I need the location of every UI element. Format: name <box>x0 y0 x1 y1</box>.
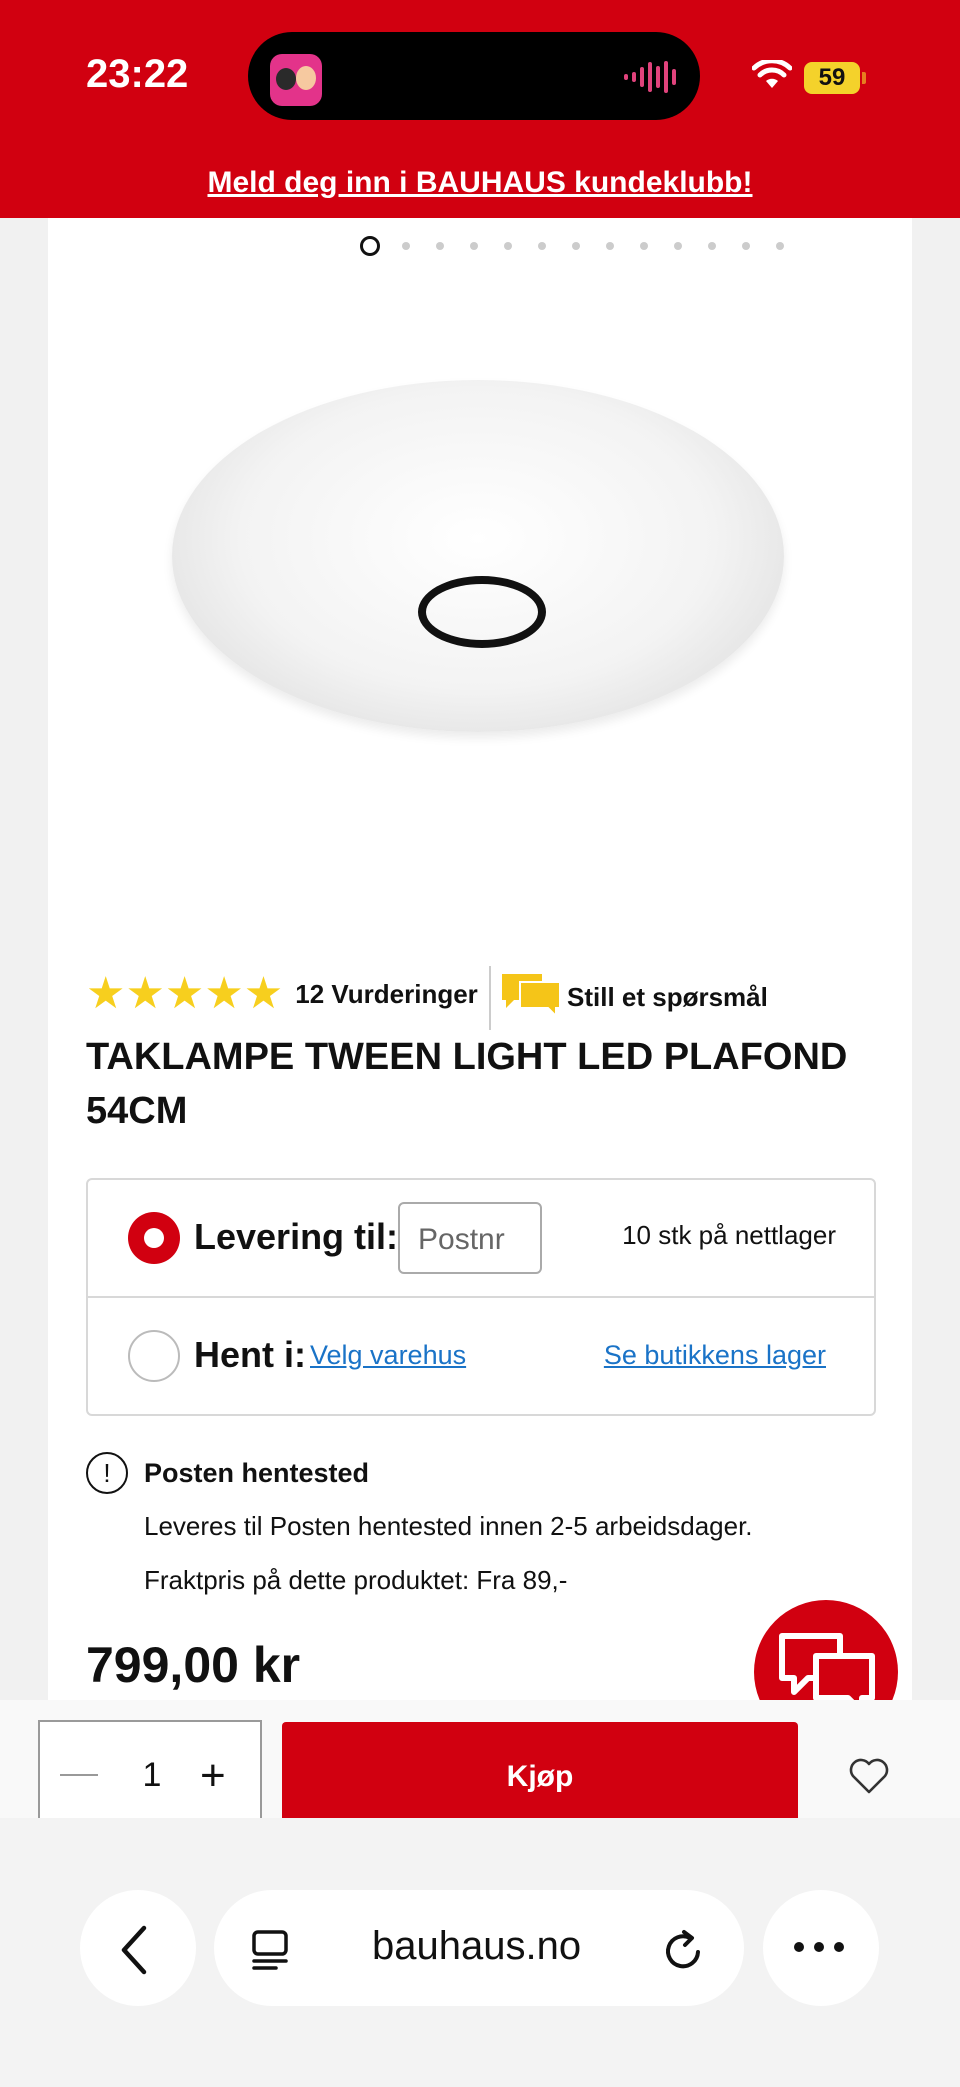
gallery-dot[interactable] <box>360 236 380 256</box>
info-icon: ! <box>86 1452 128 1494</box>
dynamic-island <box>248 32 700 120</box>
battery-icon: 59 <box>804 62 860 94</box>
delivery-divider <box>88 1296 874 1298</box>
choose-store-link[interactable]: Velg varehus <box>310 1340 466 1371</box>
chat-bubble-icon[interactable] <box>500 970 562 1022</box>
product-image[interactable] <box>172 380 784 732</box>
more-icon[interactable] <box>794 1942 844 1952</box>
audio-wave-icon <box>624 60 676 94</box>
quantity-stepper[interactable]: 1 + <box>38 1720 262 1832</box>
now-playing-artwork <box>270 54 322 106</box>
divider <box>489 966 491 1030</box>
shipping-info-title: Posten hentested <box>144 1458 370 1488</box>
pickup-radio[interactable] <box>128 1330 180 1382</box>
back-chevron-icon[interactable] <box>116 1924 156 1976</box>
gallery-dot[interactable] <box>674 242 682 250</box>
buy-button[interactable]: Kjøp <box>282 1722 798 1832</box>
shipping-price-line: Fraktpris på dette produktet: Fra 89,- <box>144 1565 568 1595</box>
club-signup-link[interactable]: Meld deg inn i BAUHAUS kundeklubb! <box>0 166 960 200</box>
reload-icon[interactable] <box>662 1926 706 1974</box>
gallery-dot[interactable] <box>436 242 444 250</box>
gallery-dot[interactable] <box>402 242 410 250</box>
gallery-dot[interactable] <box>606 242 614 250</box>
gallery-dot[interactable] <box>742 242 750 250</box>
delivery-label: Levering til: <box>194 1216 399 1257</box>
store-stock-link[interactable]: Se butikkens lager <box>604 1340 826 1371</box>
url-text[interactable]: bauhaus.no <box>372 1924 581 1969</box>
gallery-dot[interactable] <box>776 242 784 250</box>
product-price: 799,00 kr <box>86 1637 301 1693</box>
gallery-dot[interactable] <box>572 242 580 250</box>
gallery-dot[interactable] <box>640 242 648 250</box>
plus-icon[interactable]: + <box>200 1754 226 1798</box>
heart-icon[interactable] <box>848 1756 890 1796</box>
postnr-input[interactable]: Postnr <box>398 1202 542 1274</box>
ask-question-link[interactable]: Still et spørsmål <box>567 982 768 1013</box>
pickup-label: Hent i: <box>194 1334 306 1375</box>
rating[interactable]: ★★★★★ 12 Vurderinger <box>86 972 478 1016</box>
gallery-dot[interactable] <box>538 242 546 250</box>
tabs-icon[interactable] <box>250 1928 292 1972</box>
product-image-ring <box>418 576 546 648</box>
delivery-options: Levering til: Postnr 10 stk på nettlager… <box>86 1178 876 1416</box>
gallery-dot[interactable] <box>470 242 478 250</box>
status-time: 23:22 <box>86 52 189 96</box>
rating-count[interactable]: 12 Vurderinger <box>295 979 478 1010</box>
gallery-pagination[interactable] <box>360 236 810 256</box>
quantity-value[interactable]: 1 <box>40 1756 264 1795</box>
web-stock-text: 10 stk på nettlager <box>622 1220 836 1250</box>
wifi-icon <box>752 60 792 88</box>
shipping-info-line: Leveres til Posten hentested innen 2-5 a… <box>144 1511 753 1541</box>
gallery-dot[interactable] <box>708 242 716 250</box>
delivery-radio-selected[interactable] <box>128 1212 180 1264</box>
product-title: TAKLAMPE TWEEN LIGHT LED PLAFOND 54CM <box>86 1036 848 1132</box>
star-icon: ★★★★★ <box>86 969 284 1018</box>
battery-tip <box>862 72 866 84</box>
gallery-dot[interactable] <box>504 242 512 250</box>
